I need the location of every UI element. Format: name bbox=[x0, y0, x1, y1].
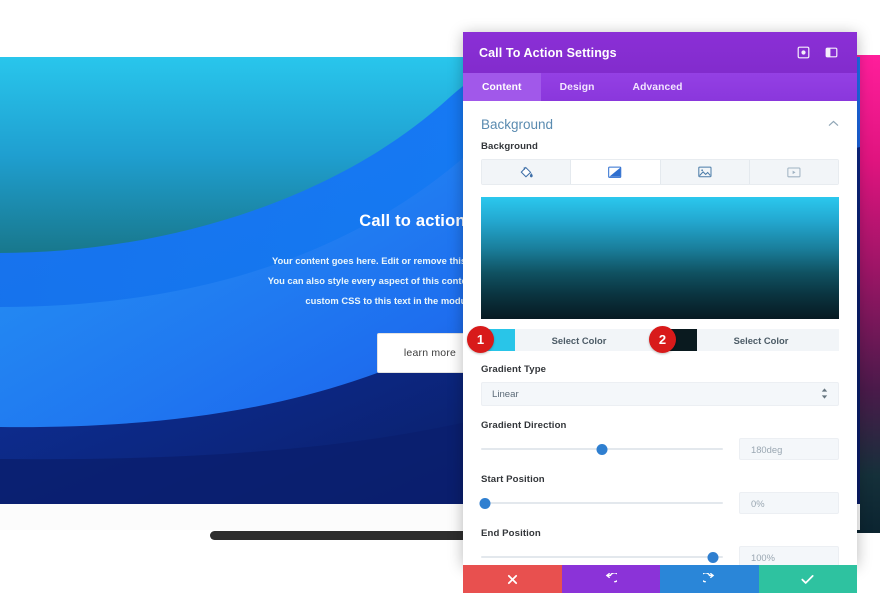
screen-root: Call to action title Your content goes h… bbox=[0, 0, 880, 603]
background-gradient-tab[interactable] bbox=[571, 160, 661, 184]
modal-title: Call To Action Settings bbox=[479, 45, 617, 60]
redo-button[interactable] bbox=[660, 565, 759, 593]
gradient-color-stops: 1 Select Color 2 Select Color bbox=[467, 326, 839, 353]
end-position-slider-row: 100% bbox=[481, 546, 839, 565]
gradient-direction-slider-row: 180deg bbox=[481, 438, 839, 460]
gradient-preview bbox=[481, 197, 839, 319]
expand-icon[interactable] bbox=[793, 43, 813, 63]
save-button[interactable] bbox=[758, 565, 857, 593]
call-to-action-settings-modal: Call To Action Settings Content Design A… bbox=[463, 32, 857, 593]
gradient-type-value: Linear bbox=[492, 388, 519, 400]
image-icon bbox=[697, 166, 712, 178]
undo-button[interactable] bbox=[561, 565, 660, 593]
background-video-tab[interactable] bbox=[749, 160, 838, 184]
video-icon bbox=[787, 167, 801, 178]
background-section-title: Background bbox=[481, 117, 554, 132]
redo-icon bbox=[702, 572, 716, 586]
modal-header: Call To Action Settings bbox=[463, 32, 857, 73]
start-position-label: Start Position bbox=[481, 474, 545, 485]
background-field: Background 1 Select Color 2 Select Color… bbox=[463, 141, 857, 565]
end-position-value[interactable]: 100% bbox=[739, 546, 839, 565]
modal-tab-bar: Content Design Advanced bbox=[463, 73, 857, 101]
slider-knob[interactable] bbox=[596, 443, 608, 455]
undo-icon bbox=[604, 572, 618, 586]
modal-body: Background Background 1 Select Color 2 S… bbox=[463, 101, 857, 565]
background-section-header[interactable]: Background bbox=[463, 101, 857, 141]
start-position-slider-row: 0% bbox=[479, 492, 839, 514]
cancel-button[interactable] bbox=[463, 565, 562, 593]
annotation-badge-1: 1 bbox=[467, 326, 494, 353]
paint-bucket-icon bbox=[520, 166, 533, 179]
gradient-direction-slider[interactable] bbox=[481, 441, 723, 457]
gradient-direction-value[interactable]: 180deg bbox=[739, 438, 839, 460]
gradient-icon bbox=[608, 166, 622, 179]
gradient-direction-label: Gradient Direction bbox=[481, 420, 567, 431]
panel-layout-icon[interactable] bbox=[821, 43, 841, 63]
background-image-tab[interactable] bbox=[660, 160, 750, 184]
start-position-slider[interactable] bbox=[479, 495, 723, 511]
select-color-label-2[interactable]: Select Color bbox=[697, 335, 839, 346]
tab-advanced[interactable]: Advanced bbox=[614, 73, 702, 101]
gradient-type-select[interactable]: Linear bbox=[481, 382, 839, 406]
background-color-tab[interactable] bbox=[482, 160, 572, 184]
slider-knob[interactable] bbox=[479, 497, 491, 509]
slider-track bbox=[481, 556, 723, 558]
tab-content[interactable]: Content bbox=[463, 73, 541, 101]
start-position-value[interactable]: 0% bbox=[739, 492, 839, 514]
gradient-color-stop-1[interactable]: 1 Select Color bbox=[467, 326, 657, 353]
gradient-type-label: Gradient Type bbox=[481, 364, 547, 375]
slider-track bbox=[481, 502, 723, 504]
gradient-color-stop-2[interactable]: 2 Select Color bbox=[649, 326, 839, 353]
select-color-label-1[interactable]: Select Color bbox=[515, 335, 657, 346]
slider-knob[interactable] bbox=[707, 551, 719, 563]
chevron-updown-icon bbox=[821, 388, 828, 400]
background-field-label: Background bbox=[481, 141, 538, 152]
background-type-tabs bbox=[481, 159, 839, 185]
end-position-slider[interactable] bbox=[481, 549, 723, 565]
annotation-badge-2: 2 bbox=[649, 326, 676, 353]
check-icon bbox=[801, 574, 814, 585]
tab-design[interactable]: Design bbox=[541, 73, 614, 101]
close-icon bbox=[507, 574, 518, 585]
chevron-up-icon[interactable] bbox=[828, 119, 839, 130]
modal-footer bbox=[463, 565, 857, 593]
end-position-label: End Position bbox=[481, 528, 541, 539]
